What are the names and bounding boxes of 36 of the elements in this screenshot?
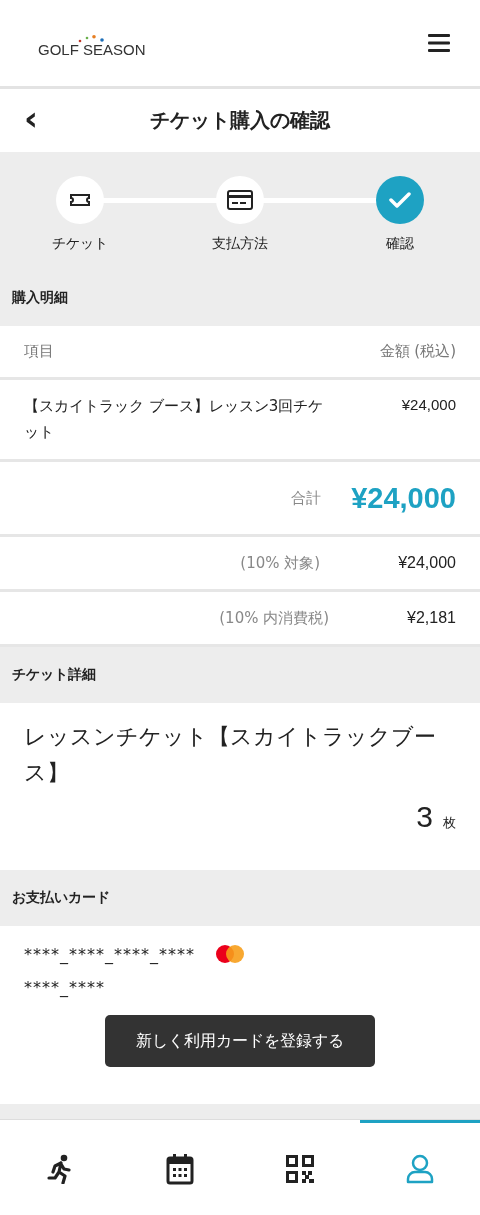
item-name: 【スカイトラック ブース】レッスン3回チケット (24, 396, 325, 443)
total-amount: ¥24,000 (351, 481, 456, 515)
calendar-icon (166, 1153, 194, 1185)
card-brand-icon (215, 944, 245, 964)
menu-icon[interactable] (428, 33, 450, 53)
column-header: 項目 (24, 342, 54, 361)
column-header: 金額 (税込) (379, 342, 456, 361)
back-button[interactable]: ‹ (16, 100, 46, 135)
tax-amount: ¥2,181 (407, 609, 456, 627)
qr-code-icon (286, 1155, 314, 1183)
count-unit: 枚 (443, 813, 456, 832)
step-label: チケット (52, 235, 108, 253)
ticket-icon (69, 193, 91, 207)
item-price: ¥24,000 (401, 396, 456, 413)
step-label: 支払方法 (212, 235, 268, 253)
total-label: 合計 (291, 488, 322, 508)
card-expiry: ****_**** (24, 978, 106, 997)
dots-icon (76, 34, 107, 43)
section-heading: お支払いカード (0, 870, 480, 926)
golf-season-logo[interactable]: GOLF SEASON (38, 28, 146, 58)
step-label: 確認 (386, 235, 414, 253)
logo-text: GOLF SEASON (38, 40, 146, 58)
page-title: チケット購入の確認 (150, 107, 330, 134)
section-heading: チケット詳細 (0, 647, 480, 703)
user-icon (406, 1154, 434, 1184)
running-person-icon (47, 1154, 73, 1184)
section-heading: 購入明細 (0, 270, 480, 326)
ticket-name: レッスンチケット【スカイトラックブース】 (24, 723, 437, 788)
tax-label: (10% 内消費税) (219, 608, 330, 628)
register-card-button[interactable]: 新しく利用カードを登録する (105, 1015, 375, 1067)
check-icon (389, 192, 411, 208)
credit-card-icon (227, 190, 253, 210)
tax-amount: ¥24,000 (398, 554, 456, 572)
ticket-count: 3 (416, 799, 433, 834)
card-number: ****_****_****_**** (24, 944, 195, 964)
tax-label: (10% 対象) (240, 553, 321, 573)
